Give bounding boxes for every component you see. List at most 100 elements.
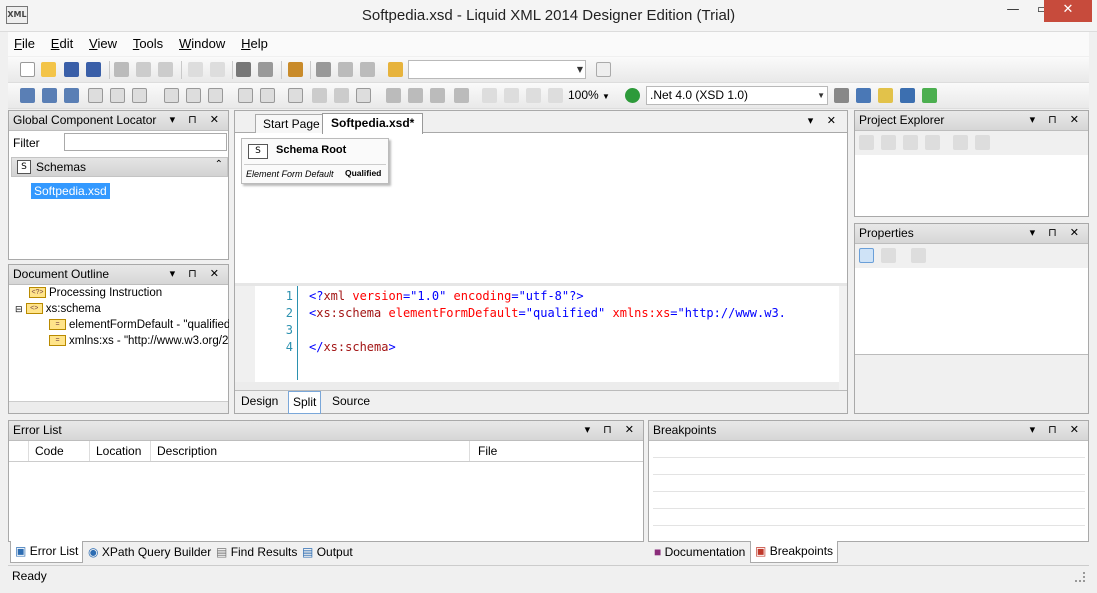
menu-help[interactable]: Help [235, 32, 274, 56]
wrap-icon[interactable] [454, 88, 469, 103]
tab-output[interactable]: ▤ Output [298, 542, 357, 563]
redo-icon[interactable] [210, 62, 225, 77]
menu-window[interactable]: Window [173, 32, 231, 56]
new-file-icon[interactable] [20, 62, 35, 77]
tab-documentation[interactable]: ■ Documentation [650, 542, 749, 563]
list-icon[interactable] [430, 88, 445, 103]
collapse-icon[interactable] [504, 88, 519, 103]
any-icon[interactable] [88, 88, 103, 103]
horizontal-scrollbar[interactable] [235, 382, 847, 390]
column-header-description[interactable]: Description [150, 441, 217, 461]
expand-all-icon[interactable] [548, 88, 563, 103]
column-header-file[interactable]: File [469, 441, 497, 461]
tab-design[interactable]: Design [237, 391, 282, 412]
panel-controls[interactable]: ▾ ⊓ ✕ [170, 265, 224, 284]
resize-grip-icon[interactable] [1075, 572, 1085, 582]
menu-tools[interactable]: Tools [127, 32, 169, 56]
print-icon[interactable] [236, 62, 251, 77]
delete-icon[interactable] [925, 135, 940, 150]
checkbox-icon[interactable] [334, 88, 349, 103]
properties-icon[interactable] [975, 135, 990, 150]
column-header-code[interactable]: Code [35, 444, 64, 458]
print-preview-icon[interactable] [258, 62, 273, 77]
tab-split[interactable]: Split [288, 391, 322, 414]
outline-item[interactable]: = xmlns:xs - "http://www.w3.org/2( [49, 335, 229, 347]
panel-controls[interactable]: ▾ ⊓ ✕ [170, 111, 224, 130]
menu-file[interactable]: File [8, 32, 41, 56]
outline-item[interactable]: <?> Processing Instruction [29, 287, 162, 299]
add-file-icon[interactable] [881, 135, 896, 150]
copy-icon[interactable] [136, 62, 151, 77]
add-sibling-icon[interactable] [64, 88, 79, 103]
validate-icon[interactable] [625, 88, 640, 103]
external-link-icon[interactable] [316, 62, 331, 77]
cut-icon[interactable] [114, 62, 129, 77]
panel-controls[interactable]: ▾ ⊓ ✕ [585, 421, 639, 440]
add-folder-icon[interactable] [903, 135, 918, 150]
layout-icon[interactable] [386, 88, 401, 103]
code-editor[interactable]: 1 <?xml version="1.0" encoding="utf-8"?>… [235, 286, 847, 390]
element-icon[interactable] [110, 88, 125, 103]
generate-icon[interactable] [922, 88, 937, 103]
complex-type-icon[interactable] [238, 88, 253, 103]
filter-input[interactable] [64, 133, 227, 151]
attribute-icon[interactable] [186, 88, 201, 103]
document-icon[interactable] [596, 62, 611, 77]
expand-icon[interactable] [526, 88, 541, 103]
tab-error-list[interactable]: ▣ Error List [10, 541, 84, 563]
hierarchy-icon[interactable] [900, 88, 915, 103]
group-icon[interactable] [132, 88, 147, 103]
schemas-group-header[interactable]: S Schemas ⌃ [11, 157, 228, 177]
navigation-combo[interactable]: ▼ [408, 60, 586, 79]
undo-icon[interactable] [188, 62, 203, 77]
target-framework-combo[interactable]: .Net 4.0 (XSD 1.0) ▼ [646, 86, 828, 105]
horizontal-scrollbar[interactable] [9, 401, 228, 413]
schema-root-node[interactable]: S Schema Root Element Form Default Quali… [241, 138, 389, 184]
any-attribute-icon[interactable] [164, 88, 179, 103]
close-button[interactable]: ✕ [1044, 0, 1092, 22]
collapse-icon[interactable]: ⌃ [215, 159, 223, 170]
panel-controls[interactable]: ▾ ⊓ ✕ [1030, 111, 1084, 130]
tab-controls[interactable]: ▾ ✕ [808, 114, 841, 127]
categorized-icon[interactable] [859, 248, 874, 263]
browse-icon[interactable] [388, 62, 403, 77]
column-header-icon[interactable] [9, 441, 29, 461]
menu-view[interactable]: View [83, 32, 123, 56]
key-icon[interactable] [312, 88, 327, 103]
tab-source[interactable]: Source [328, 391, 374, 412]
tab-xpath-query-builder[interactable]: ◉ XPath Query Builder [84, 542, 215, 563]
outline-item[interactable]: = elementFormDefault - "qualified" [49, 319, 229, 331]
notation-icon[interactable] [288, 88, 303, 103]
wizard-icon[interactable] [878, 88, 893, 103]
column-header-location[interactable]: Location [89, 441, 141, 461]
property-pages-icon[interactable] [911, 248, 926, 263]
open-folder-icon[interactable] [41, 62, 56, 77]
simple-type-icon[interactable] [260, 88, 275, 103]
back-arrow-icon[interactable] [338, 62, 353, 77]
schema-file-item[interactable]: Softpedia.xsd [31, 183, 110, 199]
sort-alpha-icon[interactable] [881, 248, 896, 263]
collapse-all-icon[interactable] [482, 88, 497, 103]
xml-icon[interactable] [834, 88, 849, 103]
menu-edit[interactable]: Edit [45, 32, 79, 56]
panel-controls[interactable]: ▾ ⊓ ✕ [1030, 421, 1084, 440]
add-element-icon[interactable] [20, 88, 35, 103]
vertical-scrollbar[interactable] [839, 286, 847, 390]
add-child-icon[interactable] [42, 88, 57, 103]
panel-controls[interactable]: ▾ ⊓ ✕ [1030, 224, 1084, 243]
settings-icon[interactable] [856, 88, 871, 103]
align-icon[interactable] [408, 88, 423, 103]
new-project-icon[interactable] [859, 135, 874, 150]
home-icon[interactable] [288, 62, 303, 77]
tab-start-page[interactable]: Start Page [255, 114, 328, 133]
attribute-group-icon[interactable] [208, 88, 223, 103]
expand-icon[interactable]: ⊟ [15, 304, 23, 314]
tab-softpedia-xsd[interactable]: Softpedia.xsd* [322, 113, 424, 134]
save-icon[interactable] [64, 62, 79, 77]
tab-find-results[interactable]: ▤ Find Results [212, 542, 301, 563]
forward-arrow-icon[interactable] [360, 62, 375, 77]
tab-breakpoints[interactable]: ▣ Breakpoints [750, 541, 839, 563]
zoom-combo[interactable]: 100% ▼ [568, 86, 610, 106]
paste-icon[interactable] [158, 62, 173, 77]
outline-item[interactable]: ⊟ <> xs:schema [15, 303, 101, 315]
